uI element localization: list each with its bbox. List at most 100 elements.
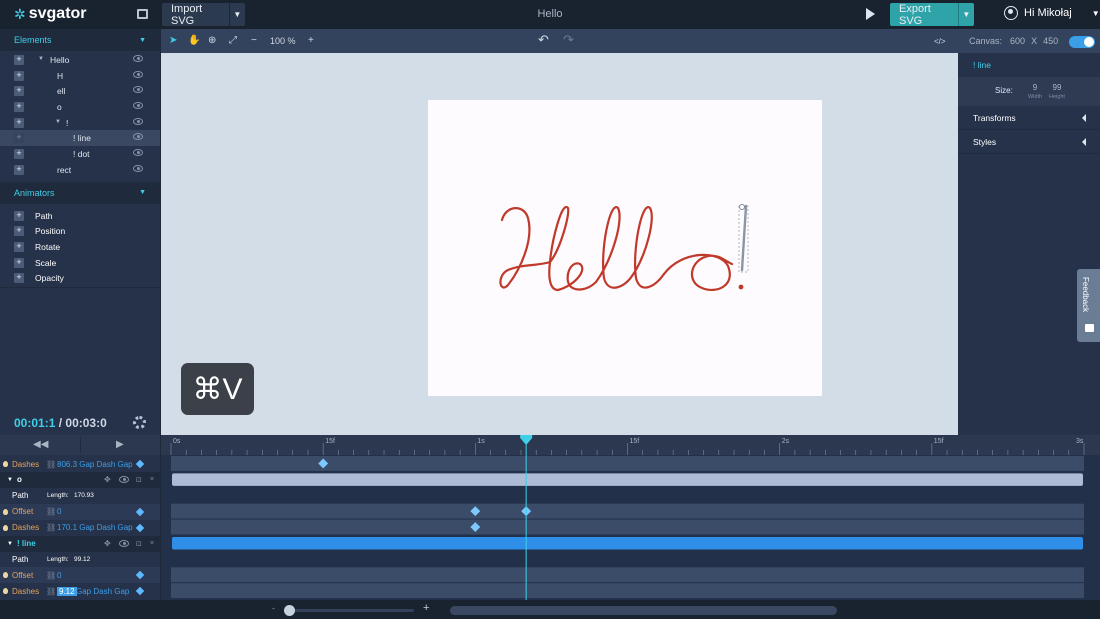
add-keyframe-icon[interactable] <box>135 523 145 532</box>
timeline-zoom-slider[interactable] <box>284 609 414 612</box>
canvas-toggle[interactable] <box>1069 36 1095 48</box>
user-menu[interactable]: Hi Mikołaj ▼ <box>1004 6 1100 20</box>
close-icon[interactable]: × <box>150 476 154 483</box>
code-view-icon[interactable]: </> <box>934 37 946 46</box>
width-field[interactable]: 9 <box>1025 83 1045 92</box>
play-icon[interactable] <box>866 8 875 20</box>
add-plus-icon[interactable]: + <box>14 241 24 252</box>
timeline-row-prop[interactable]: Dashes ⛓ 170.1 Gap Dash Gap <box>0 520 160 536</box>
timeline-scrollbar[interactable] <box>450 606 837 615</box>
zoom-in-button[interactable]: + <box>308 35 314 46</box>
visibility-eye-icon[interactable] <box>119 475 129 483</box>
visibility-eye-icon[interactable] <box>133 117 143 125</box>
link-icon[interactable]: ⛓ <box>46 571 56 580</box>
timeline-row-prop[interactable]: Offset ⛓ 0 <box>0 503 160 520</box>
elements-collapse-chevron-down-icon[interactable]: ▼ <box>139 37 146 44</box>
tree-item-hello[interactable]: + ▼ Hello <box>0 52 160 68</box>
animator-position[interactable]: + Position <box>0 223 160 239</box>
add-animator-plus-icon[interactable]: + <box>14 86 24 97</box>
timeline-row-prop[interactable]: Dashes ⛓ 9.12 Gap Dash Gap <box>0 583 160 599</box>
playhead-handle[interactable] <box>520 435 533 445</box>
selection-handle[interactable] <box>739 204 745 210</box>
element-duration-bar[interactable] <box>172 537 1083 550</box>
add-keyframe-icon[interactable] <box>135 586 145 596</box>
add-animator-plus-icon[interactable]: + <box>14 117 24 128</box>
move-icon[interactable]: ✥ <box>104 539 111 548</box>
tree-item-o[interactable]: + o <box>0 99 160 115</box>
add-plus-icon[interactable]: + <box>14 273 24 284</box>
add-keyframe-icon[interactable] <box>135 507 145 516</box>
exclamation-line-path[interactable] <box>740 204 748 272</box>
visibility-eye-icon[interactable] <box>119 539 129 547</box>
animator-scale[interactable]: + Scale <box>0 255 160 271</box>
play-icon[interactable]: ▶ <box>116 439 124 450</box>
timeline-row-element[interactable]: ▼ ! line ✥ ⊡ × <box>0 535 160 552</box>
visibility-eye-icon[interactable] <box>133 86 143 94</box>
easing-bulb-icon[interactable] <box>3 524 8 531</box>
timeline-lane[interactable] <box>171 583 1084 599</box>
add-plus-icon[interactable]: + <box>14 226 24 237</box>
timeline-row-prop[interactable]: Dashes ⛓ 806.3 Gap Dash Gap <box>0 456 160 472</box>
timeline-zoom-out[interactable]: - <box>272 603 275 613</box>
timeline-zoom-in[interactable]: + <box>423 602 429 614</box>
undo-icon[interactable]: ↶ <box>538 32 549 48</box>
import-options-chevron-down-icon[interactable]: ▼ <box>228 3 245 26</box>
tree-item-ell[interactable]: + ell <box>0 83 160 99</box>
exclamation-dot[interactable] <box>738 284 744 290</box>
animator-rotate[interactable]: + Rotate <box>0 239 160 255</box>
export-options-chevron-down-icon[interactable]: ▼ <box>957 3 974 26</box>
tree-item-exclamation-line[interactable]: + ! line <box>0 130 160 147</box>
visibility-eye-icon[interactable] <box>133 164 143 172</box>
property-value[interactable]: 0 <box>57 507 61 516</box>
group-expanded-chevron-icon[interactable]: ▼ <box>55 119 61 125</box>
timeline-lane[interactable] <box>171 551 1084 567</box>
property-value[interactable]: 9.12 <box>57 586 77 596</box>
timeline-lane[interactable] <box>171 519 1084 535</box>
link-icon[interactable]: ⛓ <box>46 523 56 532</box>
visibility-eye-icon[interactable] <box>133 102 143 110</box>
letter-ll-path[interactable] <box>594 206 666 289</box>
zoom-level[interactable]: 100 % <box>270 36 296 46</box>
feedback-tab[interactable]: Feedback <box>1077 269 1100 342</box>
tree-item-exclamation[interactable]: + ▼ ! <box>0 115 160 131</box>
transforms-section[interactable]: Transforms <box>958 106 1100 130</box>
move-icon[interactable]: ✥ <box>104 475 111 484</box>
add-keyframe-icon[interactable] <box>135 459 145 469</box>
collapse-chevron-icon[interactable]: ▼ <box>7 541 13 547</box>
link-icon[interactable]: ⛓ <box>46 587 56 596</box>
add-animator-plus-icon[interactable]: + <box>14 164 24 175</box>
property-value[interactable]: 170.1 Gap Dash Gap <box>57 523 133 532</box>
add-animator-plus-icon[interactable]: + <box>14 102 24 113</box>
timeline-lane[interactable] <box>171 456 1084 471</box>
visibility-eye-icon[interactable] <box>133 70 143 78</box>
letter-e-path[interactable] <box>556 262 598 292</box>
fit-screen-icon[interactable]: ⤢ <box>229 35 237 46</box>
height-field[interactable]: 99 <box>1047 83 1067 92</box>
rewind-icon[interactable]: ◀◀ <box>33 439 48 450</box>
styles-expand-icon[interactable] <box>1082 137 1086 146</box>
timeline-lane[interactable] <box>171 567 1084 583</box>
close-icon[interactable]: × <box>150 540 154 547</box>
add-plus-icon[interactable]: + <box>14 210 24 221</box>
collapse-chevron-icon[interactable]: ▼ <box>7 477 13 483</box>
visibility-eye-icon[interactable] <box>133 149 143 157</box>
total-time[interactable]: 00:03:0 <box>65 416 106 430</box>
timeline-row-path[interactable]: Path Length: 99.12 <box>0 551 160 567</box>
node-edit-icon[interactable]: ⊕ <box>208 35 216 46</box>
select-arrow-icon[interactable]: ➤ <box>169 35 177 46</box>
visibility-eye-icon[interactable] <box>133 55 143 62</box>
transforms-expand-icon[interactable] <box>1082 113 1086 122</box>
animators-collapse-chevron-down-icon[interactable]: ▼ <box>139 189 146 196</box>
redo-icon[interactable]: ↷ <box>563 32 574 48</box>
timeline-zoom-thumb[interactable] <box>284 605 295 616</box>
animators-header[interactable]: Animators ▼ <box>0 181 160 204</box>
add-animator-plus-icon[interactable]: + <box>14 70 24 81</box>
timeline-lane[interactable] <box>171 503 1084 519</box>
lock-icon[interactable]: ⊡ <box>136 540 142 548</box>
projects-icon[interactable] <box>137 9 148 19</box>
letter-o-path[interactable] <box>662 253 734 292</box>
lock-icon[interactable]: ⊡ <box>136 476 142 484</box>
property-value[interactable]: 806.3 Gap Dash Gap <box>57 460 133 469</box>
timeline-row-prop[interactable]: Offset ⛓ 0 <box>0 567 160 584</box>
styles-section[interactable]: Styles <box>958 130 1100 154</box>
